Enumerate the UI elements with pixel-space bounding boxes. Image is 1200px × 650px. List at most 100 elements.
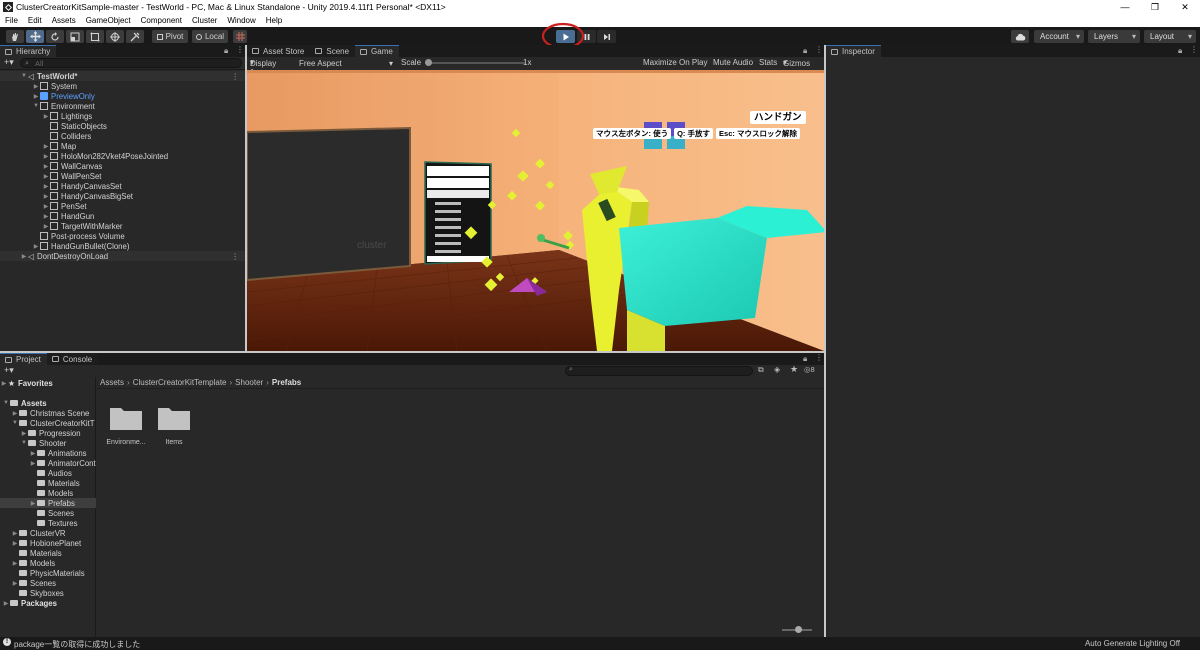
expand-arrow-icon[interactable]: ▶ — [11, 410, 19, 417]
hierarchy-item[interactable]: ▶ PreviewOnly — [0, 91, 245, 101]
grid-snap-button[interactable] — [233, 30, 247, 43]
tree-item[interactable]: ▶ HobionePlanet — [0, 538, 96, 548]
expand-arrow-icon[interactable]: ▼ — [2, 400, 10, 406]
account-dropdown[interactable]: Account — [1034, 30, 1084, 43]
menu-gameobject[interactable]: GameObject — [81, 16, 136, 25]
hierarchy-item[interactable]: Colliders — [0, 131, 245, 141]
tree-item[interactable]: ▶ AnimatorCont — [0, 458, 96, 468]
menu-file[interactable]: File — [0, 16, 23, 25]
move-tool-button[interactable] — [26, 30, 44, 43]
lock-icon[interactable]: 🔒︎ — [224, 46, 228, 56]
project-search-input[interactable]: ⌕ — [565, 366, 753, 376]
expand-arrow-icon[interactable]: ▶ — [20, 253, 28, 260]
create-plus-button[interactable]: +▾ — [4, 365, 14, 376]
hierarchy-item[interactable]: ▶ HandGun — [0, 211, 245, 221]
menu-window[interactable]: Window — [222, 16, 260, 25]
tree-item[interactable]: Materials — [0, 548, 96, 558]
expand-arrow-icon[interactable]: ▶ — [42, 113, 50, 120]
stats-toggle[interactable]: Stats — [759, 58, 777, 67]
panel-menu-icon[interactable]: ⋮ — [236, 45, 244, 54]
expand-arrow-icon[interactable]: ▶ — [11, 530, 19, 537]
folder-environments-label[interactable]: Environme... — [104, 439, 148, 446]
tab-game[interactable]: Game — [355, 45, 399, 57]
hierarchy-item[interactable]: ▶ PenSet — [0, 201, 245, 211]
search-by-type-icon[interactable]: ⧉ — [758, 365, 764, 375]
lock-icon[interactable]: 🔒︎ — [803, 354, 807, 364]
tree-item[interactable]: Materials — [0, 478, 96, 488]
tab-asset-store[interactable]: Asset Store — [247, 45, 311, 57]
expand-arrow-icon[interactable]: ▶ — [42, 143, 50, 150]
tab-console[interactable]: Console — [46, 353, 99, 365]
minimize-button[interactable]: — — [1110, 0, 1140, 14]
tree-item[interactable]: ▶ Christmas Scene — [0, 408, 96, 418]
hierarchy-item[interactable]: ▶ TargetWithMarker — [0, 221, 245, 231]
label-tag-icon[interactable]: ◈ — [774, 365, 780, 374]
breadcrumb-item[interactable]: ClusterCreatorKitTemplate — [133, 378, 227, 387]
mute-audio-toggle[interactable]: Mute Audio — [713, 58, 753, 67]
expand-arrow-icon[interactable]: ▶ — [20, 430, 28, 437]
expand-arrow-icon[interactable]: ▶ — [42, 193, 50, 200]
expand-arrow-icon[interactable]: ▶ — [2, 600, 10, 607]
status-message[interactable]: package一覧の取得に成功しました — [14, 639, 140, 650]
hierarchy-item[interactable]: ▶ HandyCanvasBigSet — [0, 191, 245, 201]
folder-icon[interactable] — [109, 405, 143, 431]
scale-slider[interactable] — [425, 62, 525, 64]
hierarchy-search-input[interactable]: ⌕ All — [20, 58, 242, 68]
hierarchy-item[interactable]: ▶ Map — [0, 141, 245, 151]
expand-arrow-icon[interactable]: ▼ — [20, 73, 28, 79]
tree-item[interactable]: ▶ Scenes — [0, 578, 96, 588]
icon-size-slider-thumb[interactable] — [795, 626, 802, 633]
expand-arrow-icon[interactable]: ▶ — [11, 560, 19, 567]
tree-item[interactable]: Skyboxes — [0, 588, 96, 598]
panel-menu-icon[interactable]: ⋮ — [1190, 45, 1198, 54]
tree-item[interactable]: ▶ Packages — [0, 598, 96, 608]
hierarchy-dontdestroy-row[interactable]: ▶ ◁ DontDestroyOnLoad ⋮ — [0, 251, 245, 261]
breadcrumb-item[interactable]: Shooter — [235, 378, 263, 387]
folder-icon[interactable] — [157, 405, 191, 431]
rotate-tool-button[interactable] — [46, 30, 64, 43]
breadcrumb-item[interactable]: Assets — [100, 378, 124, 387]
expand-arrow-icon[interactable]: ▼ — [11, 420, 19, 426]
tab-scene[interactable]: Scene — [310, 45, 356, 57]
breadcrumb-item[interactable]: Prefabs — [272, 378, 301, 387]
favorite-star-icon[interactable]: ★ — [790, 364, 798, 375]
lock-icon[interactable]: 🔒︎ — [1178, 46, 1182, 56]
tab-inspector[interactable]: Inspector — [826, 45, 881, 57]
rect-tool-button[interactable] — [86, 30, 104, 43]
expand-arrow-icon[interactable]: ▶ — [29, 500, 37, 507]
expand-arrow-icon[interactable]: ▶ — [11, 540, 19, 547]
custom-tool-button[interactable] — [126, 30, 144, 43]
tree-item[interactable]: ▶ Progression — [0, 428, 96, 438]
restore-button[interactable]: ❐ — [1140, 0, 1170, 14]
expand-arrow-icon[interactable]: ▶ — [42, 163, 50, 170]
expand-arrow-icon[interactable]: ▶ — [29, 460, 37, 467]
expand-arrow-icon[interactable]: ▶ — [0, 380, 8, 387]
cloud-button[interactable] — [1011, 30, 1029, 43]
lock-icon[interactable]: 🔒︎ — [803, 46, 807, 56]
tree-item[interactable]: ▶ Models — [0, 558, 96, 568]
tree-item[interactable]: Scenes — [0, 508, 96, 518]
tree-item[interactable]: Models — [0, 488, 96, 498]
tree-item[interactable]: PhysicMaterials — [0, 568, 96, 578]
hierarchy-item[interactable]: ▶ HandGunBullet(Clone) — [0, 241, 245, 251]
scale-slider-thumb[interactable] — [425, 59, 432, 66]
tree-item[interactable]: ▶ Animations — [0, 448, 96, 458]
hierarchy-item[interactable]: ▶ Lightings — [0, 111, 245, 121]
tree-item[interactable]: Audios — [0, 468, 96, 478]
menu-assets[interactable]: Assets — [47, 16, 81, 25]
menu-cluster[interactable]: Cluster — [187, 16, 222, 25]
expand-arrow-icon[interactable]: ▶ — [32, 243, 40, 250]
layers-dropdown[interactable]: Layers — [1088, 30, 1140, 43]
expand-arrow-icon[interactable]: ▼ — [20, 440, 28, 446]
scene-menu-icon[interactable]: ⋮ — [231, 72, 239, 81]
menu-edit[interactable]: Edit — [23, 16, 47, 25]
tree-item[interactable]: ▶ ClusterVR — [0, 528, 96, 538]
game-viewport[interactable]: cluster ハンドガン マウス左ボタン: 使う Q: 手放す Esc: マウ… — [247, 70, 824, 351]
expand-arrow-icon[interactable]: ▶ — [42, 153, 50, 160]
expand-arrow-icon[interactable]: ▶ — [42, 213, 50, 220]
maximize-on-play-toggle[interactable]: Maximize On Play — [643, 58, 707, 67]
expand-arrow-icon[interactable]: ▶ — [32, 83, 40, 90]
hierarchy-item[interactable]: ▼ Environment — [0, 101, 245, 111]
hierarchy-item[interactable]: Post-process Volume — [0, 231, 245, 241]
hierarchy-item[interactable]: ▶ HoloMon282Vket4PoseJointed — [0, 151, 245, 161]
